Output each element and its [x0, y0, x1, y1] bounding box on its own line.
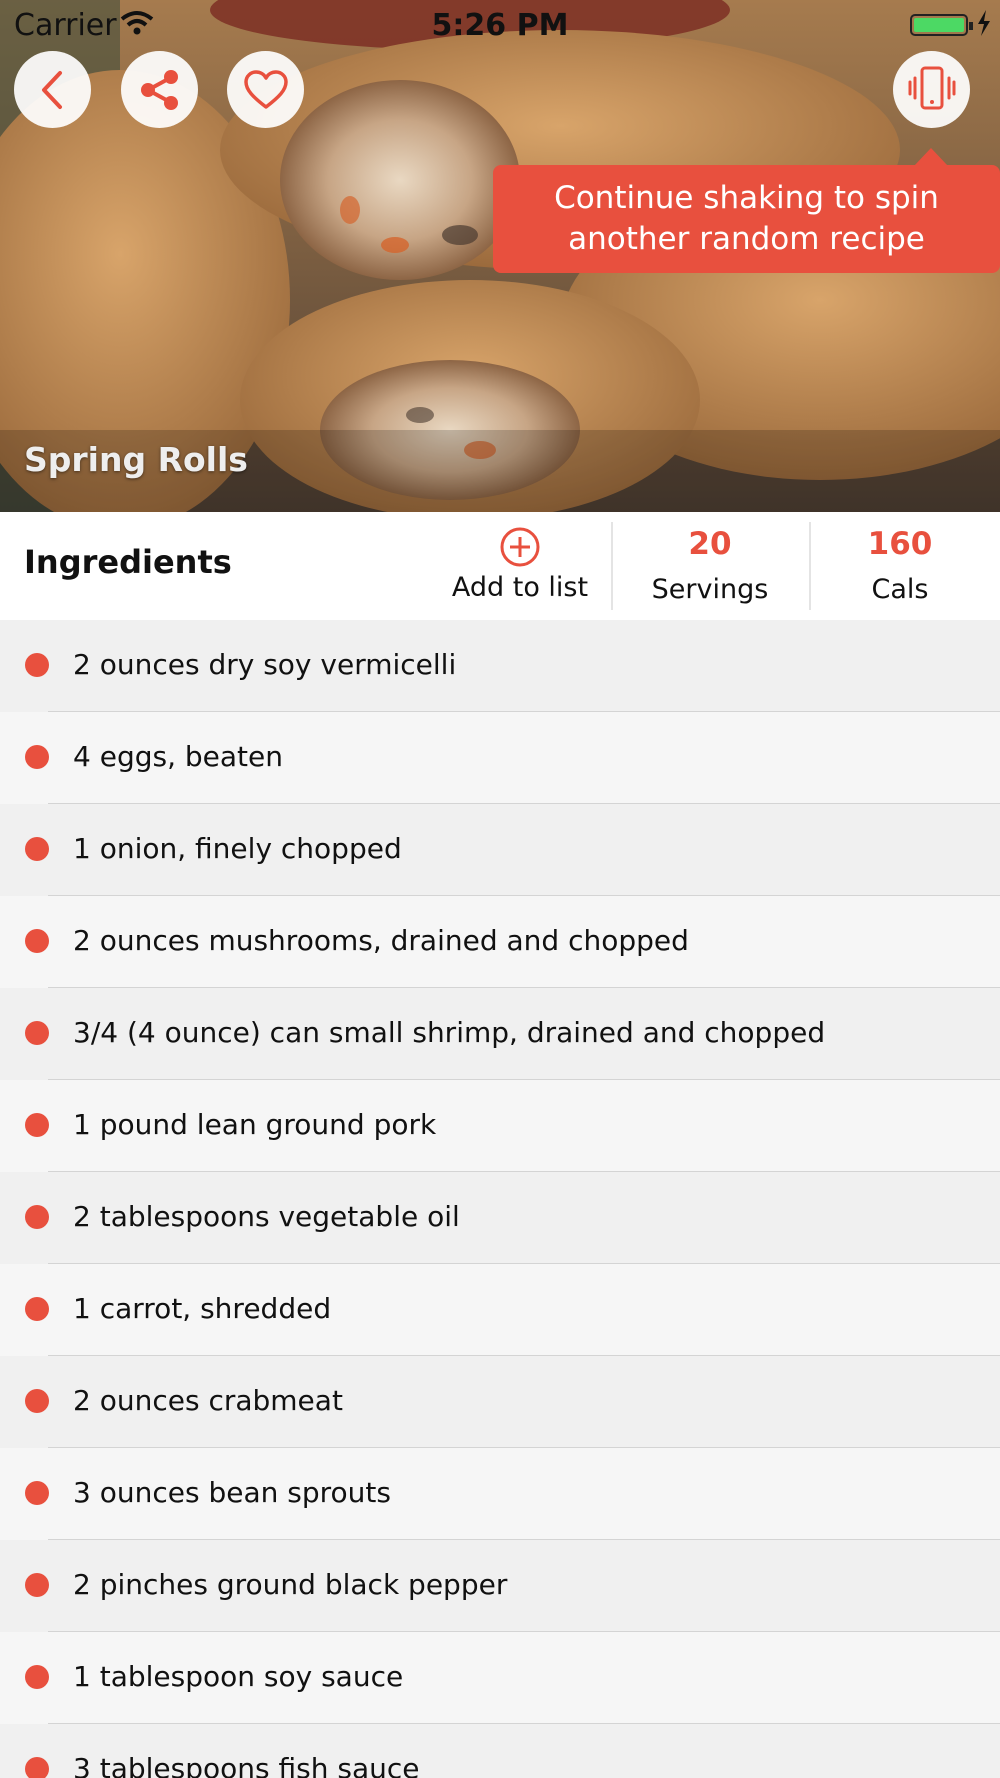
ingredients-summary-bar: Ingredients Add to list 20 Servings 160 … [0, 512, 1000, 620]
status-bar: Carrier 5:26 PM [0, 0, 1000, 48]
shake-random-button[interactable] [893, 51, 970, 128]
recipe-hero-image: Carrier 5:26 PM Continue shaking to spin… [0, 0, 1000, 512]
bullet-icon [25, 1481, 49, 1505]
bullet-icon [25, 1113, 49, 1137]
ingredient-row[interactable]: 2 pinches ground black pepper [0, 1540, 1000, 1632]
ingredient-row[interactable]: 1 carrot, shredded [0, 1264, 1000, 1356]
ingredient-text: 1 tablespoon soy sauce [73, 1660, 404, 1693]
ingredient-text: 1 pound lean ground pork [73, 1108, 437, 1141]
share-icon [140, 69, 178, 110]
ingredient-text: 1 onion, finely chopped [73, 832, 402, 865]
shake-tooltip: Continue shaking to spin another random … [493, 165, 1000, 273]
bullet-icon [25, 1757, 49, 1778]
ingredient-text: 2 tablespoons vegetable oil [73, 1200, 460, 1233]
bullet-icon [25, 1665, 49, 1689]
heart-icon [243, 69, 288, 109]
ingredient-text: 1 carrot, shredded [73, 1292, 332, 1325]
shake-phone-icon [908, 66, 955, 109]
bullet-icon [25, 653, 49, 677]
divider [809, 522, 811, 610]
servings-label: Servings [651, 574, 769, 605]
ingredient-row[interactable]: 2 ounces dry soy vermicelli [0, 620, 1000, 712]
bullet-icon [25, 1389, 49, 1413]
favorite-button[interactable] [227, 51, 304, 128]
charging-icon [978, 10, 990, 36]
share-button[interactable] [121, 51, 198, 128]
calories-value: 160 [867, 526, 933, 562]
ingredient-row[interactable]: 2 ounces crabmeat [0, 1356, 1000, 1448]
ingredient-text: 3/4 (4 ounce) can small shrimp, drained … [73, 1016, 826, 1049]
ingredient-text: 3 tablespoons fish sauce [73, 1752, 420, 1778]
servings-value: 20 [688, 526, 732, 562]
calories-label: Cals [871, 574, 929, 605]
recipe-title: Spring Rolls [24, 440, 248, 479]
ingredient-row[interactable]: 1 onion, finely chopped [0, 804, 1000, 896]
ingredient-row[interactable]: 1 tablespoon soy sauce [0, 1632, 1000, 1724]
plus-circle-icon [500, 527, 540, 567]
ingredient-text: 2 ounces dry soy vermicelli [73, 648, 457, 681]
add-to-list-label: Add to list [451, 572, 589, 603]
chevron-left-icon [41, 70, 62, 109]
ingredient-row[interactable]: 1 pound lean ground pork [0, 1080, 1000, 1172]
ingredient-row[interactable]: 2 ounces mushrooms, drained and chopped [0, 896, 1000, 988]
tooltip-text: Continue shaking to spin another random … [554, 180, 939, 257]
ingredient-text: 2 pinches ground black pepper [73, 1568, 508, 1601]
bullet-icon [25, 929, 49, 953]
bullet-icon [25, 1205, 49, 1229]
ingredients-heading: Ingredients [24, 543, 232, 581]
ingredient-row[interactable]: 4 eggs, beaten [0, 712, 1000, 804]
tooltip-arrow [914, 148, 948, 166]
calories-stat: 160 Cals [812, 526, 988, 605]
bullet-icon [25, 1021, 49, 1045]
servings-stat[interactable]: 20 Servings [612, 526, 808, 605]
ingredient-row[interactable]: 3 ounces bean sprouts [0, 1448, 1000, 1540]
back-button[interactable] [14, 51, 91, 128]
bullet-icon [25, 1297, 49, 1321]
ingredient-text: 2 ounces mushrooms, drained and chopped [73, 924, 689, 957]
ingredient-text: 3 ounces bean sprouts [73, 1476, 391, 1509]
battery-icon [910, 14, 973, 36]
bullet-icon [25, 837, 49, 861]
ingredient-row[interactable]: 3 tablespoons fish sauce [0, 1724, 1000, 1778]
ingredient-row[interactable]: 2 tablespoons vegetable oil [0, 1172, 1000, 1264]
bullet-icon [25, 745, 49, 769]
ingredient-text: 4 eggs, beaten [73, 740, 283, 773]
ingredient-row[interactable]: 3/4 (4 ounce) can small shrimp, drained … [0, 988, 1000, 1080]
clock: 5:26 PM [431, 8, 569, 43]
ingredient-text: 2 ounces crabmeat [73, 1384, 343, 1417]
bullet-icon [25, 1573, 49, 1597]
add-to-list-button[interactable]: Add to list [440, 526, 600, 610]
ingredient-list[interactable]: 2 ounces dry soy vermicelli 4 eggs, beat… [0, 620, 1000, 1778]
